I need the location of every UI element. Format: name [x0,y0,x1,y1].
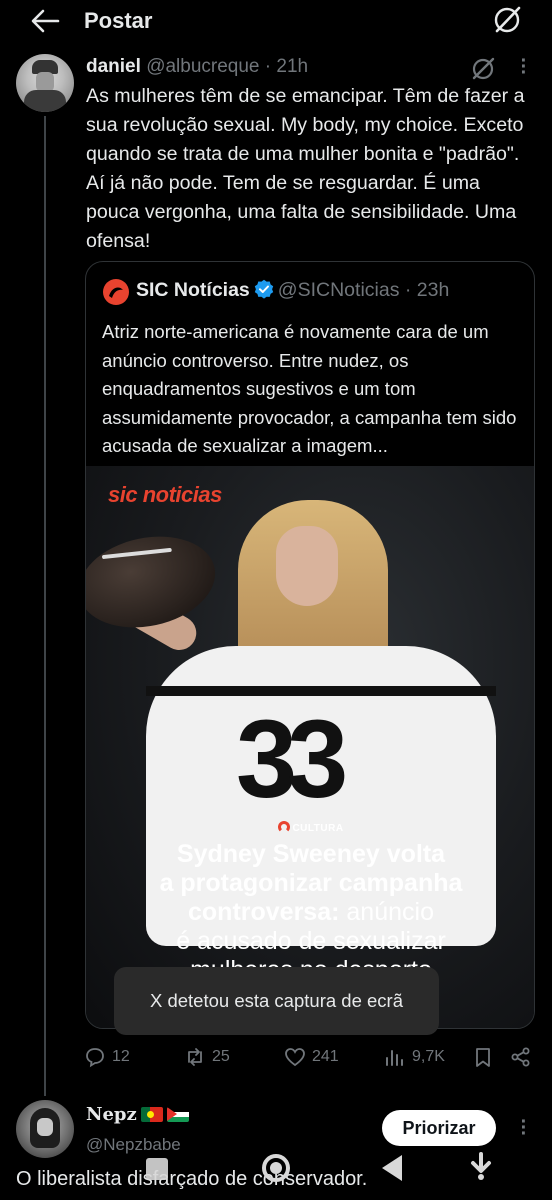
headline-line-3-bold: controversa: [188,898,340,926]
sic-logo-icon [102,278,130,306]
prioritize-button[interactable]: Priorizar [382,1110,496,1146]
heart-icon [285,1048,305,1067]
reply-button[interactable]: 12 [84,1040,130,1074]
jersey-number: 33 [236,698,348,821]
top-bar: Postar [0,0,552,42]
quoted-tweet[interactable]: SIC Notícias @SICNoticias · 23h Atriz no… [85,261,535,1029]
headline-line-4: é acusado de sexualizar [176,927,446,955]
quote-text: Atriz norte-americana é novamente cara d… [102,321,517,457]
like-button[interactable]: 241 [284,1040,339,1074]
repost-count: 25 [212,1048,230,1065]
tweet-text: As mulheres têm de se emancipar. Têm de … [86,85,525,252]
recent-apps-icon[interactable] [146,1158,168,1180]
share-icon [511,1047,530,1067]
headline-line-3-rest: anúncio [339,898,434,926]
grok-icon[interactable] [492,5,522,35]
more-options-icon[interactable]: · · · [518,1112,530,1144]
bookmark-button[interactable] [472,1040,494,1074]
author-handle[interactable]: @albucreque [146,56,259,77]
quote-header: SIC Notícias @SICNoticias · 23h [136,279,449,302]
image-headline: CULTURA Sydney Sweeney volta a protagoni… [86,818,534,985]
screenshot-toast: X detetou esta captura de ecrã [114,967,439,1035]
person-face [276,526,338,606]
page-title: Postar [84,8,153,33]
portugal-flag-icon [140,1107,163,1122]
hide-keyboard-icon[interactable] [468,1152,494,1180]
tweet-header: daniel @albucreque · 21h [86,56,308,78]
section-label: CULTURA [292,823,344,834]
palestine-flag-icon [166,1107,189,1122]
action-bar: 12 25 241 9,7K [0,1040,552,1074]
quote-author-handle[interactable]: @SICNoticias [278,279,400,301]
quote-author-name[interactable]: SIC Notícias [136,279,250,301]
back-icon[interactable] [382,1155,402,1181]
tweet-time: · 21h [264,56,309,77]
reply-author-name[interactable]: Nepz [86,1104,137,1125]
reply-icon [86,1048,104,1068]
author-name[interactable]: daniel [86,56,141,77]
share-button[interactable] [510,1040,532,1074]
arrow-left-icon[interactable] [30,8,60,34]
views-icon [386,1050,403,1066]
reply-avatar[interactable] [16,1100,74,1158]
quote-image[interactable]: sic noticias 33 CULTURA Sydney Sweeney v… [86,466,534,1028]
headline-line-2: a protagonizar campanha [159,869,463,897]
avatar[interactable] [16,54,74,112]
like-count: 241 [312,1048,339,1065]
verified-badge-icon [254,279,273,299]
repost-button[interactable]: 25 [184,1040,230,1074]
home-icon[interactable] [262,1154,290,1182]
views-button[interactable]: 9,7K [384,1040,445,1074]
more-options-icon[interactable]: · · · [518,51,530,83]
section-icon [278,821,291,833]
headline-line-1: Sydney Sweeney volta [176,840,446,868]
thread-line [44,116,46,1096]
reply-author[interactable]: Nepz [86,1104,189,1125]
reply-count: 12 [112,1048,130,1065]
football [86,524,224,640]
bookmark-icon [476,1048,490,1067]
views-count: 9,7K [412,1048,445,1065]
reply-author-handle[interactable]: @Nepzbabe [86,1135,181,1155]
grok-icon[interactable] [470,56,496,82]
reply-text: O liberalista disfarçado de conservador. [16,1168,368,1190]
image-brand-logo: sic noticias [108,482,222,507]
quote-time: · 23h [404,279,450,301]
repost-icon [188,1048,202,1066]
